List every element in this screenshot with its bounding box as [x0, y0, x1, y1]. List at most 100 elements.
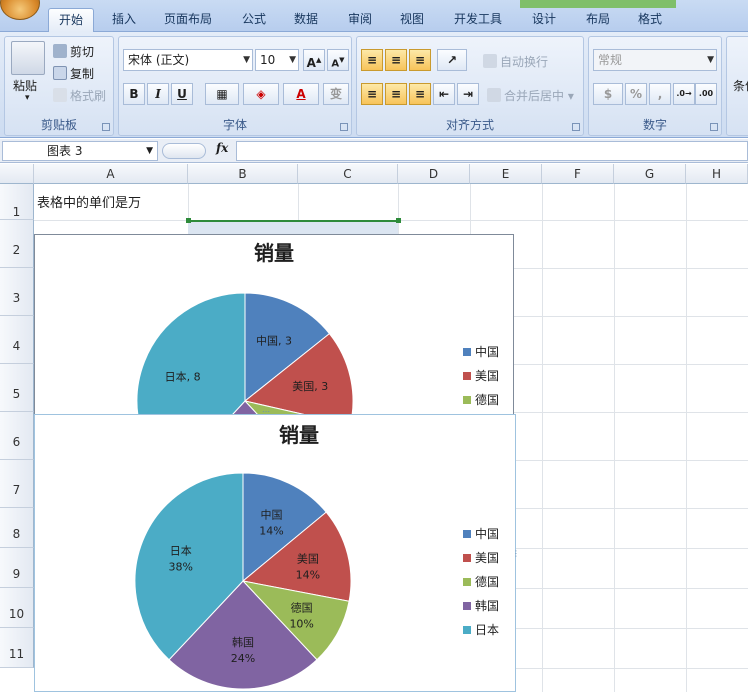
legend-swatch	[463, 554, 471, 562]
align-left-button[interactable]: ≡	[361, 83, 383, 105]
legend-swatch	[463, 396, 471, 404]
ribbon: 粘贴 ▾ 剪切 复制 格式刷 剪贴板 宋体 (正文) ▼ 10 ▼ A▲ A▼ B …	[0, 32, 748, 138]
increase-indent-button[interactable]: ⇥	[457, 83, 479, 105]
select-all-corner[interactable]	[0, 164, 34, 184]
row-header-1[interactable]: 1	[0, 184, 34, 220]
insert-function-button[interactable]: fx	[216, 141, 228, 155]
chart-3[interactable]: 销量 中国 14% 美国 14% 德国 10% 韩国 24% 日本 38% 中国 美国 德国 韩国…	[34, 414, 516, 692]
copy-icon	[53, 66, 67, 80]
format-painter-button[interactable]: 格式刷	[53, 87, 106, 104]
bold-button[interactable]: B	[123, 83, 145, 105]
number-launcher-icon[interactable]	[710, 123, 718, 131]
font-color-button[interactable]: A	[283, 83, 319, 105]
paste-button[interactable]: 粘贴	[13, 77, 37, 94]
row-header-4[interactable]: 4	[0, 316, 34, 364]
font-name-field[interactable]: 宋体 (正文) ▼	[123, 49, 253, 71]
row-header-2[interactable]: 2	[0, 220, 34, 268]
worksheet-grid[interactable]: A B C D E F G H 1 2 3 4 5 6 7 8 9 10 11 …	[0, 164, 748, 692]
italic-button[interactable]: I	[147, 83, 169, 105]
row-header-3[interactable]: 3	[0, 268, 34, 316]
row-header-6[interactable]: 6	[0, 412, 34, 460]
tab-design[interactable]: 设计	[522, 8, 566, 32]
chart-1[interactable]: 销量 中国, 3 美国, 3 日本, 8 中国 美国 德国	[34, 234, 514, 416]
border-button[interactable]: ▦	[205, 83, 239, 105]
name-box[interactable]: 图表 3 ▼	[2, 141, 158, 161]
column-header-h[interactable]: H	[686, 164, 748, 184]
tab-formulas[interactable]: 公式	[232, 8, 276, 32]
name-box-value: 图表 3	[47, 144, 83, 158]
decrease-indent-button[interactable]: ⇤	[433, 83, 455, 105]
column-header-a[interactable]: A	[34, 164, 188, 184]
cell-a1[interactable]: 表格中的单们是万	[37, 192, 141, 211]
merge-center-button[interactable]: 合并后居中 ▾	[487, 87, 574, 104]
tab-insert[interactable]: 插入	[102, 8, 146, 32]
underline-button[interactable]: U	[171, 83, 193, 105]
font-launcher-icon[interactable]	[340, 123, 348, 131]
legend-swatch	[463, 626, 471, 634]
wrap-label: 自动换行	[500, 55, 549, 69]
formula-input[interactable]	[236, 141, 748, 161]
clipboard-group: 粘贴 ▾ 剪切 复制 格式刷 剪贴板	[4, 36, 114, 136]
align-top-button[interactable]: ≡	[361, 49, 383, 71]
align-middle-button[interactable]: ≡	[385, 49, 407, 71]
copy-button[interactable]: 复制	[53, 65, 94, 82]
column-header-d[interactable]: D	[398, 164, 470, 184]
increase-decimal-button[interactable]: .0→	[673, 83, 695, 105]
column-header-f[interactable]: F	[542, 164, 614, 184]
fill-color-button[interactable]: ◈	[243, 83, 279, 105]
tab-review[interactable]: 审阅	[338, 8, 382, 32]
column-header-b[interactable]: B	[188, 164, 298, 184]
row-header-10[interactable]: 10	[0, 588, 34, 628]
resize-handle-icon[interactable]: ⋮	[512, 550, 520, 562]
column-header-c[interactable]: C	[298, 164, 398, 184]
resize-handle-icon[interactable]: ⋯	[262, 408, 286, 416]
currency-button[interactable]: $	[593, 83, 623, 105]
orientation-button[interactable]: ↗	[437, 49, 467, 71]
selection-handle[interactable]	[396, 218, 401, 223]
formula-expand-handle[interactable]	[162, 143, 206, 159]
pie-slice-日本[interactable]	[136, 292, 246, 416]
conditional-format-button[interactable]: 条件	[733, 77, 748, 94]
column-header-g[interactable]: G	[614, 164, 686, 184]
tab-view[interactable]: 视图	[390, 8, 434, 32]
decrease-decimal-button[interactable]: .00	[695, 83, 717, 105]
align-center-button[interactable]: ≡	[385, 83, 407, 105]
font-size-field[interactable]: 10 ▼	[255, 49, 299, 71]
tab-developer[interactable]: 开发工具	[444, 8, 512, 32]
selection-handle[interactable]	[186, 218, 191, 223]
legend-swatch	[463, 372, 471, 380]
paste-icon[interactable]	[11, 41, 45, 75]
chart-1-legend-item: 中国	[463, 343, 499, 360]
data-label: 美国, 3	[292, 380, 328, 393]
align-bottom-button[interactable]: ≡	[409, 49, 431, 71]
row-header-7[interactable]: 7	[0, 460, 34, 508]
percent-button[interactable]: %	[625, 83, 647, 105]
chart-3-legend-item: 美国	[463, 549, 499, 566]
phonetic-button[interactable]: 变	[323, 83, 349, 105]
comma-button[interactable]: ,	[649, 83, 671, 105]
tab-data[interactable]: 数据	[284, 8, 328, 32]
row-header-11[interactable]: 11	[0, 628, 34, 668]
tab-layout[interactable]: 布局	[576, 8, 620, 32]
row-header-5[interactable]: 5	[0, 364, 34, 412]
paste-dropdown-icon[interactable]: ▾	[25, 93, 30, 103]
shrink-font-button[interactable]: A▼	[327, 49, 349, 71]
legend-swatch	[463, 578, 471, 586]
format-painter-label: 格式刷	[70, 89, 107, 103]
number-format-field[interactable]: 常规 ▼	[593, 49, 717, 71]
tab-home[interactable]: 开始	[48, 8, 95, 32]
row-header-9[interactable]: 9	[0, 548, 34, 588]
cut-button[interactable]: 剪切	[53, 43, 94, 60]
wrap-icon	[483, 54, 497, 68]
office-button[interactable]	[0, 0, 40, 20]
column-header-e[interactable]: E	[470, 164, 542, 184]
align-right-button[interactable]: ≡	[409, 83, 431, 105]
alignment-launcher-icon[interactable]	[572, 123, 580, 131]
grow-font-button[interactable]: A▲	[303, 49, 325, 71]
clipboard-launcher-icon[interactable]	[102, 123, 110, 131]
row-header-8[interactable]: 8	[0, 508, 34, 548]
wrap-text-button[interactable]: 自动换行	[483, 53, 548, 70]
tab-format[interactable]: 格式	[628, 8, 672, 32]
tab-page-layout[interactable]: 页面布局	[154, 8, 222, 32]
chart-tools-band	[520, 0, 676, 8]
